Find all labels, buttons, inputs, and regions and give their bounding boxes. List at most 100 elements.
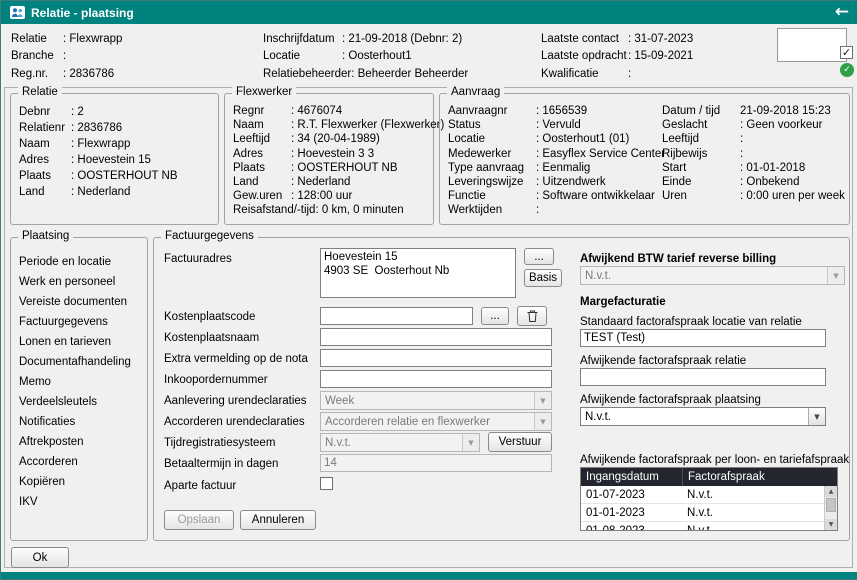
plaatsing-menu-item[interactable]: Kopiëren xyxy=(19,472,145,492)
relatie-groupbox: Relatie Debnr : 2 Relatienr : 2836786 Na… xyxy=(10,93,219,225)
chevron-down-icon xyxy=(534,413,551,430)
field-row: Leeftijd : 34 (20-04-1989) xyxy=(233,132,431,146)
flexwerker-fields: Regnr : 4676074 Naam : R.T. Flexwerker (… xyxy=(233,104,431,218)
selected-value: Accorderen relatie en flexwerker xyxy=(321,416,534,428)
kostenplaatscode-label: Kostenplaatscode xyxy=(164,310,255,324)
header-checkbox-checked[interactable] xyxy=(840,46,853,59)
plaatsing-menu-item[interactable]: IKV xyxy=(19,492,145,512)
chevron-down-icon xyxy=(534,392,551,409)
field-value: : 128:00 uur xyxy=(291,190,352,202)
scrollbar-thumb[interactable] xyxy=(826,498,836,512)
field-value: : Software ontwikkelaar xyxy=(536,190,655,202)
factuuradres-textarea[interactable]: Hoevestein 15 4903 SE Oosterhout Nb xyxy=(320,248,516,298)
field-value: : OOSTERHOUT NB xyxy=(291,162,398,174)
header-field-row: Reg.nr. : 2836786 xyxy=(11,65,122,83)
afwijkende-relatie-input[interactable] xyxy=(580,368,826,386)
field-value: : OOSTERHOUT NB xyxy=(71,170,178,182)
btw-select: N.v.t. xyxy=(580,266,845,285)
afwijkende-plaatsing-select[interactable]: N.v.t. xyxy=(580,407,826,426)
plaatsing-menu-item[interactable]: Verdeelsleutels xyxy=(19,392,145,412)
plaatsing-menu-item[interactable]: Vereiste documenten xyxy=(19,292,145,312)
field-row: Reisafstand/-tijd : 0 km, 0 minuten xyxy=(233,203,431,217)
field-label: Adres xyxy=(19,154,71,166)
groupbox-title: Flexwerker xyxy=(232,86,296,99)
extra-vermelding-label: Extra vermelding op de nota xyxy=(164,352,308,366)
field-value: : xyxy=(63,50,66,62)
extra-vermelding-input[interactable] xyxy=(320,349,552,367)
plaatsing-menu-item[interactable]: Memo xyxy=(19,372,145,392)
field-label: Relatienr xyxy=(19,122,71,134)
scroll-down-icon[interactable] xyxy=(825,519,837,530)
plaatsing-menu-item[interactable]: Lonen en tarieven xyxy=(19,332,145,352)
field-label: Plaats xyxy=(233,162,291,174)
verstuur-button[interactable]: Verstuur xyxy=(488,432,552,452)
factorafspraak-row[interactable]: 01-07-2023 N.v.t. xyxy=(581,486,837,504)
field-row: Einde : Onbekend xyxy=(662,175,845,189)
plaatsing-menu-item[interactable]: Werk en personeel xyxy=(19,272,145,292)
kostenplaatsnaam-input[interactable] xyxy=(320,328,552,346)
field-label: Status xyxy=(448,119,536,131)
field-label: Uren xyxy=(662,190,740,202)
factuuradres-browse-button[interactable]: ... xyxy=(524,248,554,265)
field-row: Leeftijd : xyxy=(662,132,845,146)
kostenplaatscode-browse-button[interactable]: ... xyxy=(481,307,509,325)
field-row: Naam : R.T. Flexwerker (Flexwerker) xyxy=(233,118,431,132)
field-label: Reg.nr. xyxy=(11,68,63,80)
field-value: : 31-07-2023 xyxy=(628,33,693,45)
ok-button[interactable]: Ok xyxy=(11,547,69,568)
field-value: : xyxy=(740,133,743,145)
plaatsing-menu-item[interactable]: Notificaties xyxy=(19,412,145,432)
margefacturatie-title: Margefacturatie xyxy=(580,295,666,309)
aanlevering-label: Aanlevering urendeclaraties xyxy=(164,394,307,408)
field-row: Medewerker : Easyflex Service Center xyxy=(448,147,665,161)
field-label: Naam xyxy=(19,138,71,150)
plaatsing-menu-item[interactable]: Periode en locatie xyxy=(19,252,145,272)
field-row: Leveringswijze : Uitzendwerk xyxy=(448,175,665,189)
plaatsing-groupbox: Plaatsing Periode en locatieWerk en pers… xyxy=(10,237,148,541)
field-value: : Easyflex Service Center xyxy=(536,148,665,160)
kostenplaatscode-input[interactable] xyxy=(320,307,473,325)
field-label: Laatste opdracht xyxy=(541,50,628,62)
tijdregistratie-label: Tijdregistratiesysteem xyxy=(164,436,275,450)
annuleren-button[interactable]: Annuleren xyxy=(240,510,316,530)
plaatsing-menu-item[interactable]: Aftrekposten xyxy=(19,432,145,452)
back-arrow-icon[interactable]: ← xyxy=(835,4,849,21)
field-label: Werktijden xyxy=(448,204,536,216)
field-value: : xyxy=(628,68,631,80)
header-field-row: Relatie : Flexwrapp xyxy=(11,30,122,48)
header-field-row: Inschrijfdatum : 21-09-2018 (Debnr: 2) xyxy=(263,30,468,48)
inkoopordernummer-input[interactable] xyxy=(320,370,552,388)
plaatsing-menu-item[interactable]: Documentafhandeling xyxy=(19,352,145,372)
photo-placeholder xyxy=(777,28,847,62)
field-label: Gew.uren xyxy=(233,190,291,202)
field-value: : 34 (20-04-1989) xyxy=(291,133,380,145)
delete-button[interactable] xyxy=(517,306,547,326)
chevron-down-icon xyxy=(808,408,825,425)
plaatsing-menu-item[interactable]: Accorderen xyxy=(19,452,145,472)
header-field-row: Kwalificatie : xyxy=(541,65,693,83)
table-scrollbar[interactable] xyxy=(824,486,837,530)
aparte-factuur-checkbox[interactable] xyxy=(320,477,333,490)
scroll-up-icon[interactable] xyxy=(825,486,837,497)
field-label: Land xyxy=(19,186,71,198)
tijdregistratie-select: N.v.t. xyxy=(320,433,480,452)
standaard-factorafspraak-label: Standaard factorafspraak locatie van rel… xyxy=(580,315,802,329)
field-value: : xyxy=(536,204,539,216)
plaatsing-menu-item[interactable]: Factuurgegevens xyxy=(19,312,145,332)
basis-button[interactable]: Basis xyxy=(524,269,562,287)
field-label: Laatste contact xyxy=(541,33,628,45)
header-field-row: Laatste opdracht : 15-09-2021 xyxy=(541,48,693,66)
kostenplaatsnaam-label: Kostenplaatsnaam xyxy=(164,331,259,345)
field-label: Medewerker xyxy=(448,148,536,160)
field-label: Geslacht xyxy=(662,119,740,131)
column-header-factorafspraak: Factorafspraak xyxy=(683,468,837,486)
field-value: : Oosterhout1 xyxy=(342,50,412,62)
factorafspraak-row[interactable]: 01-08-2023 N.v.t. xyxy=(581,522,837,531)
per-loon-label: Afwijkende factorafspraak per loon- en t… xyxy=(580,453,849,467)
standaard-factorafspraak-input[interactable] xyxy=(580,329,826,347)
aparte-factuur-label: Aparte factuur xyxy=(164,479,236,493)
field-row: Plaats : OOSTERHOUT NB xyxy=(19,168,216,184)
factorafspraak-row[interactable]: 01-01-2023 N.v.t. xyxy=(581,504,837,522)
cell-ingangsdatum: 01-07-2023 xyxy=(581,489,682,501)
betaaltermijn-input xyxy=(320,454,552,472)
